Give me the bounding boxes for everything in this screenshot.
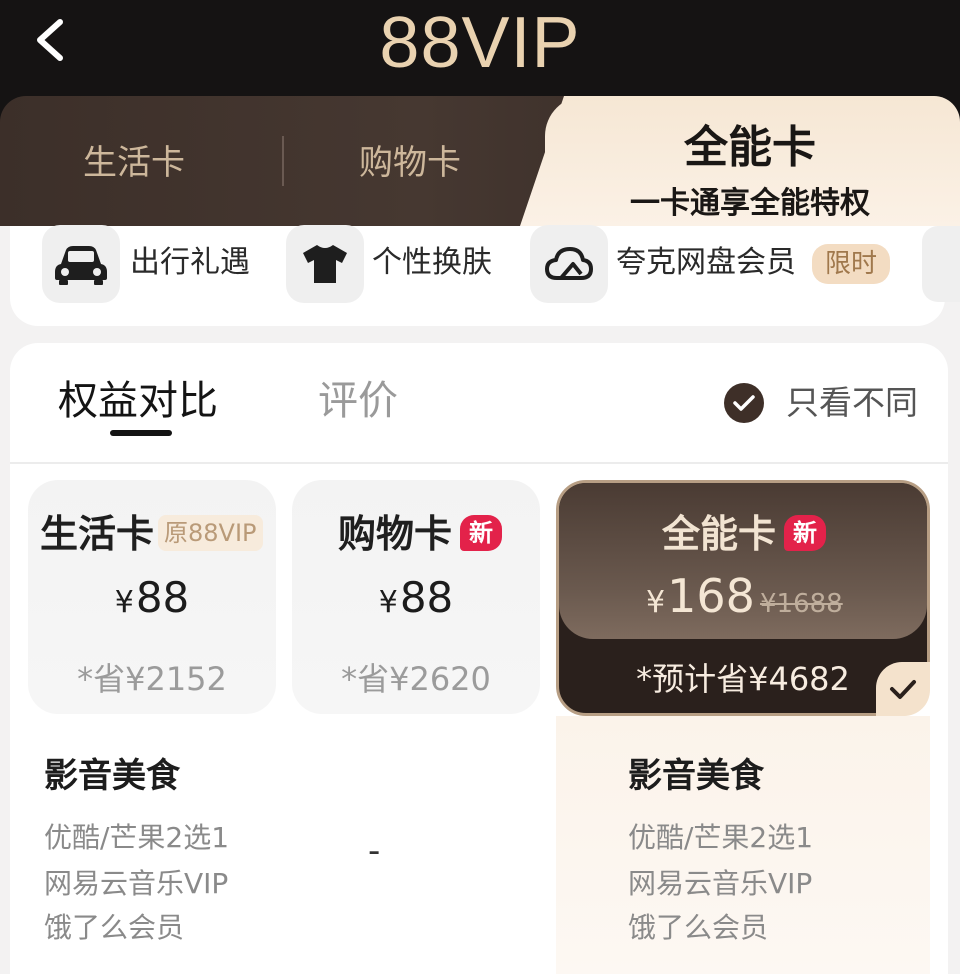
tab-life-card[interactable]: 生活卡 xyxy=(34,140,234,186)
tab-reviews[interactable]: 评价 xyxy=(318,374,398,428)
original-price: ¥1688 xyxy=(760,589,843,619)
plan-price: ¥88 xyxy=(114,573,190,622)
filter-only-different[interactable]: 只看不同 xyxy=(786,378,918,428)
plan-name: 购物卡 xyxy=(338,512,453,556)
benefit-label-quark[interactable]: 夸克网盘会员 xyxy=(616,243,796,283)
tab-allround-subtitle: 一卡通享全能特权 xyxy=(630,186,870,221)
tab-shopping-card[interactable]: 购物卡 xyxy=(310,140,510,186)
section-title: 影音美食 xyxy=(44,756,180,796)
section-title: 影音美食 xyxy=(628,756,764,796)
plan-saving: *省¥2620 xyxy=(341,660,491,698)
benefit-item: 优酷/芒果2选1 xyxy=(44,821,230,854)
divider xyxy=(10,462,948,464)
benefit-item: 饿了么会员 xyxy=(44,911,185,944)
check-circle-icon[interactable] xyxy=(724,383,764,423)
plan-name: 全能卡 xyxy=(662,512,777,556)
plan-name: 生活卡 xyxy=(40,512,155,556)
tab-allround-label: 全能卡 xyxy=(684,122,816,173)
plan-saving: *省¥2152 xyxy=(77,660,227,698)
plan-price: ¥168 ¥1688 xyxy=(646,569,843,623)
benefit-label-travel[interactable]: 出行礼遇 xyxy=(130,243,250,283)
tshirt-icon[interactable] xyxy=(286,225,364,303)
benefit-item: 优酷/芒果2选1 xyxy=(628,821,814,854)
plan-saving: *预计省¥4682 xyxy=(636,660,850,698)
benefit-icon-partial[interactable] xyxy=(922,226,960,302)
tab-active-indicator xyxy=(110,430,172,436)
not-included-dash: - xyxy=(368,831,381,871)
new-badge: 新 xyxy=(460,515,502,551)
selected-check-icon xyxy=(876,662,930,716)
plan-price: ¥88 xyxy=(378,573,454,622)
tab-benefit-compare[interactable]: 权益对比 xyxy=(58,374,218,428)
benefit-item: 网易云音乐VIP xyxy=(628,867,813,900)
benefit-label-skin[interactable]: 个性换肤 xyxy=(372,243,492,283)
cloud-icon[interactable] xyxy=(530,225,608,303)
tab-divider xyxy=(282,136,284,186)
limited-time-badge: 限时 xyxy=(812,244,890,284)
page-title: 88VIP xyxy=(379,3,581,83)
original-88vip-badge: 原88VIP xyxy=(158,515,263,551)
benefit-item: 网易云音乐VIP xyxy=(44,867,229,900)
benefit-item: 饿了么会员 xyxy=(628,911,769,944)
car-icon[interactable] xyxy=(42,225,120,303)
new-badge: 新 xyxy=(784,515,826,551)
